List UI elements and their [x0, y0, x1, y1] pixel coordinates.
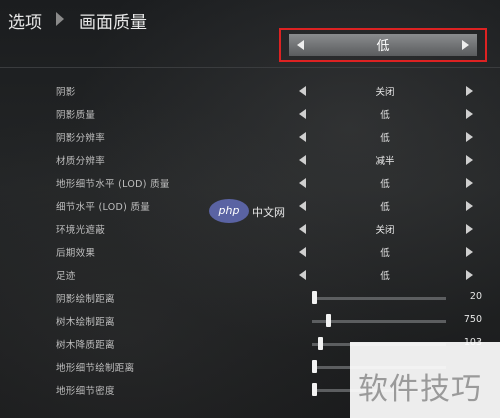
- slider-row: 阴影绘制距离 20: [0, 287, 500, 310]
- next-option-arrow-icon[interactable]: [466, 109, 473, 119]
- slider-row: 树木绘制距离 750: [0, 310, 500, 333]
- slider-track[interactable]: [312, 320, 446, 323]
- slider-track[interactable]: [312, 297, 446, 300]
- breadcrumb-separator-icon: [56, 12, 64, 26]
- setting-value: 减半: [375, 156, 395, 167]
- setting-label: 阴影分辨率: [56, 133, 106, 144]
- setting-label: 环境光遮蔽: [56, 225, 106, 236]
- prev-option-arrow-icon[interactable]: [299, 247, 306, 257]
- next-option-arrow-icon[interactable]: [466, 224, 473, 234]
- setting-label: 后期效果: [56, 248, 96, 259]
- slider-handle[interactable]: [312, 360, 317, 373]
- slider-label: 地形细节密度: [56, 386, 115, 397]
- setting-value: 低: [380, 133, 390, 144]
- next-option-arrow-icon[interactable]: [466, 86, 473, 96]
- corner-watermark: 软件技巧: [350, 342, 500, 418]
- setting-value: 低: [380, 271, 390, 282]
- php-cn-watermark: 中文网: [252, 206, 285, 219]
- slider-label: 树木降质距离: [56, 340, 115, 351]
- setting-row: 细节水平 (LOD) 质量 低: [0, 195, 500, 218]
- prev-option-arrow-icon[interactable]: [299, 178, 306, 188]
- preset-next-arrow-icon[interactable]: [462, 40, 469, 50]
- setting-label: 足迹: [56, 271, 76, 282]
- prev-option-arrow-icon[interactable]: [299, 109, 306, 119]
- prev-option-arrow-icon[interactable]: [299, 86, 306, 96]
- slider-label: 地形细节绘制距离: [56, 363, 135, 374]
- setting-row: 环境光遮蔽 关闭: [0, 218, 500, 241]
- slider-handle[interactable]: [312, 291, 317, 304]
- setting-value: 低: [380, 179, 390, 190]
- slider-handle[interactable]: [312, 383, 317, 396]
- quality-preset-selector[interactable]: 低: [279, 28, 487, 62]
- setting-row: 阴影 关闭: [0, 80, 500, 103]
- setting-value: 关闭: [375, 225, 395, 236]
- preset-value: 低: [376, 39, 390, 54]
- next-option-arrow-icon[interactable]: [466, 201, 473, 211]
- setting-value: 低: [380, 110, 390, 121]
- slider-label: 阴影绘制距离: [56, 294, 115, 305]
- setting-row: 阴影分辨率 低: [0, 126, 500, 149]
- next-option-arrow-icon[interactable]: [466, 132, 473, 142]
- prev-option-arrow-icon[interactable]: [299, 224, 306, 234]
- slider-label: 树木绘制距离: [56, 317, 115, 328]
- next-option-arrow-icon[interactable]: [466, 155, 473, 165]
- setting-row: 地形细节水平 (LOD) 质量 低: [0, 172, 500, 195]
- slider-handle[interactable]: [318, 337, 323, 350]
- corner-watermark-text: 软件技巧: [358, 372, 482, 407]
- setting-value: 低: [380, 202, 390, 213]
- setting-row: 足迹 低: [0, 264, 500, 287]
- setting-label: 阴影质量: [56, 110, 96, 121]
- prev-option-arrow-icon[interactable]: [299, 201, 306, 211]
- slider-handle[interactable]: [326, 314, 331, 327]
- next-option-arrow-icon[interactable]: [466, 247, 473, 257]
- setting-row: 后期效果 低: [0, 241, 500, 264]
- setting-row: 材质分辨率 减半: [0, 149, 500, 172]
- page-title: 画面质量: [79, 13, 147, 33]
- setting-value: 低: [380, 248, 390, 259]
- next-option-arrow-icon[interactable]: [466, 270, 473, 280]
- setting-label: 细节水平 (LOD) 质量: [56, 202, 151, 213]
- setting-label: 材质分辨率: [56, 156, 106, 167]
- prev-option-arrow-icon[interactable]: [299, 132, 306, 142]
- prev-option-arrow-icon[interactable]: [299, 155, 306, 165]
- php-logo-watermark: php: [209, 199, 249, 223]
- slider-value: 750: [463, 314, 482, 325]
- next-option-arrow-icon[interactable]: [466, 178, 473, 188]
- setting-label: 阴影: [56, 87, 76, 98]
- slider-value: 20: [469, 291, 482, 302]
- setting-label: 地形细节水平 (LOD) 质量: [56, 179, 170, 190]
- header-divider: [0, 67, 500, 68]
- setting-value: 关闭: [375, 87, 395, 98]
- prev-option-arrow-icon[interactable]: [299, 270, 306, 280]
- breadcrumb-options[interactable]: 选项: [8, 8, 42, 33]
- setting-row: 阴影质量 低: [0, 103, 500, 126]
